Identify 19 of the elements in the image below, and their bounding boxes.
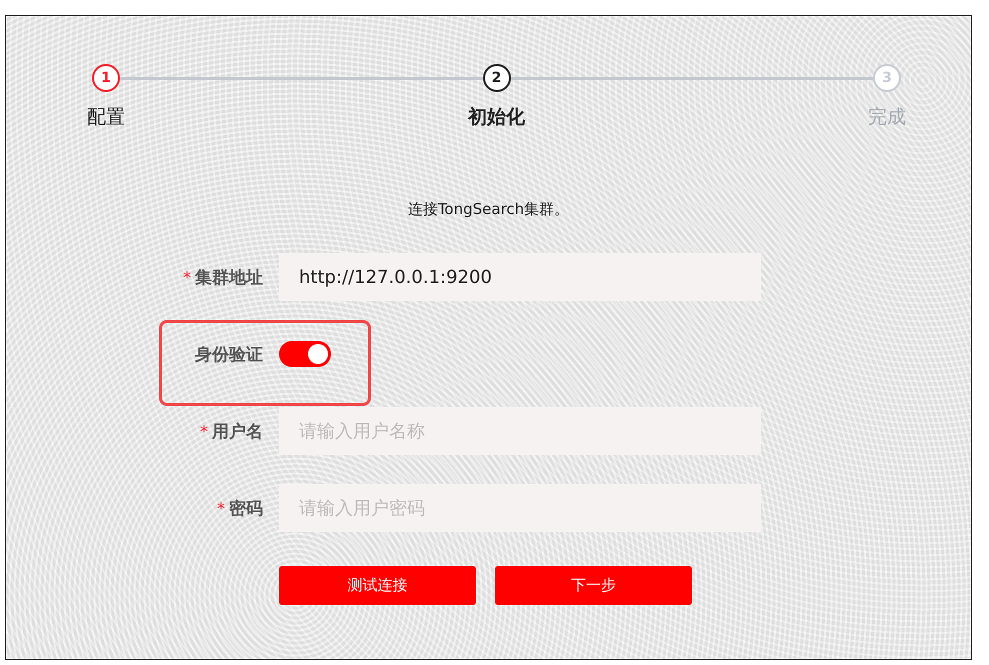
field-label: 身份验证 xyxy=(195,344,263,366)
field-label: 密码 xyxy=(229,498,263,520)
intro-text: 连接TongSearch集群。 xyxy=(406,200,570,219)
step-number: 2 xyxy=(482,64,510,92)
required-mark: * xyxy=(183,268,191,286)
required-mark: * xyxy=(217,498,225,518)
step-number: 1 xyxy=(92,64,120,92)
step-label: 初始化 xyxy=(466,105,526,130)
step-label: 完成 xyxy=(867,105,907,130)
field-label: 用户名 xyxy=(212,420,263,442)
step-label: 配置 xyxy=(86,105,126,130)
action-button[interactable]: 下一步 xyxy=(495,566,692,605)
action-button[interactable]: 测试连接 xyxy=(279,566,476,605)
field-label: 集群地址 xyxy=(195,266,263,288)
toggle-switch[interactable] xyxy=(279,341,331,367)
input-field[interactable]: http://127.0.0.1:9200 xyxy=(279,253,761,301)
input-field[interactable]: 请输入用户名称 xyxy=(279,407,761,455)
input-field[interactable]: 请输入用户密码 xyxy=(279,484,761,532)
required-mark: * xyxy=(200,422,208,440)
